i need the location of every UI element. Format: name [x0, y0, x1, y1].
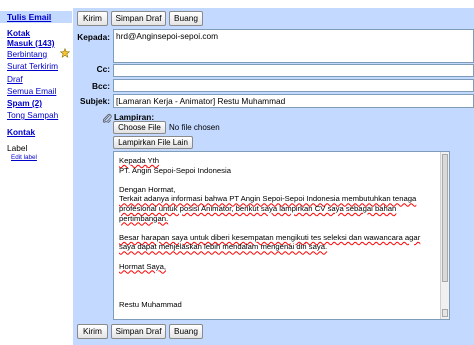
no-file-text: No file chosen: [169, 123, 220, 132]
sidebar-item-inbox-count[interactable]: Masuk (143): [7, 38, 55, 48]
subject-label: Subjek:: [80, 96, 110, 106]
compose-panel: Kirim Simpan Draf Buang Kepada: Cc: Bcc:…: [73, 8, 474, 345]
body-line: PT. Angin Sepoi-Sepoi Indonesia: [119, 165, 231, 175]
sidebar-item-trash[interactable]: Tong Sampah: [7, 110, 58, 120]
discard-button-bottom[interactable]: Buang: [169, 324, 203, 339]
sidebar: Tulis Email Kotak Masuk (143) Berbintang…: [0, 0, 72, 345]
edit-labels-link[interactable]: Edit label: [11, 154, 37, 161]
scrollbar-thumb[interactable]: [442, 154, 448, 282]
body-line: Dengan Hormat,: [119, 184, 176, 194]
save-draft-button[interactable]: Simpan Draf: [111, 11, 166, 26]
save-draft-button-bottom[interactable]: Simpan Draf: [111, 324, 166, 339]
choose-file-button[interactable]: Choose File: [113, 121, 166, 134]
sidebar-item-contacts[interactable]: Kontak: [7, 127, 35, 137]
field-labels: Kepada: Cc: Bcc: Subjek:: [73, 8, 110, 118]
body-line: pertimbangan.: [119, 213, 169, 223]
to-value: hrd@Anginsepoi-sepoi.com: [116, 31, 219, 41]
body-line: Restu Muhammad: [119, 299, 182, 309]
compose-link[interactable]: Tulis Email: [0, 11, 72, 23]
paperclip-icon: [102, 114, 112, 123]
body-line: saya dapat menjelaskan lebih mendalam me…: [119, 242, 328, 252]
subject-value: [Lamaran Kerja - Animator] Restu Muhamma…: [116, 96, 286, 106]
body-line: profesional untuk posisi Animator, berik…: [119, 203, 397, 213]
sidebar-item-starred[interactable]: Berbintang: [7, 49, 47, 59]
attach-another-button[interactable]: Lampirkan File Lain: [113, 136, 193, 149]
to-label: Kepada:: [77, 32, 110, 42]
sidebar-item-drafts[interactable]: Draf: [7, 74, 23, 84]
sidebar-item-inbox[interactable]: Kotak: [7, 28, 30, 38]
body-scrollbar[interactable]: [440, 152, 449, 319]
body-line: Terkait adanya informasi bahwa PT Angin …: [119, 194, 417, 204]
to-field[interactable]: hrd@Anginsepoi-sepoi.com: [113, 29, 474, 63]
bcc-label: Bcc:: [92, 81, 110, 91]
body-line: Kepada Yth: [119, 156, 160, 165]
scroll-down-arrow[interactable]: [442, 309, 448, 317]
body-line: Besar harapan saya untuk diberi kesempat…: [119, 232, 421, 242]
sidebar-item-sent[interactable]: Surat Terkirim: [7, 61, 58, 71]
compose-label[interactable]: Tulis Email: [7, 12, 51, 22]
labels-heading: Label: [7, 143, 28, 153]
star-icon: [60, 48, 70, 58]
bcc-field[interactable]: [113, 79, 474, 92]
message-body-editor[interactable]: Kepada Yth PT. Angin Sepoi-Sepoi Indones…: [113, 151, 450, 320]
cc-field[interactable]: [113, 64, 474, 77]
subject-field[interactable]: [Lamaran Kerja - Animator] Restu Muhamma…: [113, 94, 474, 108]
cc-label: Cc:: [96, 64, 110, 74]
sidebar-item-spam[interactable]: Spam (2): [7, 98, 42, 108]
body-line: Hormat Saya,: [119, 261, 166, 271]
message-body: Kepada Yth PT. Angin Sepoi-Sepoi Indones…: [119, 156, 437, 310]
send-button-bottom[interactable]: Kirim: [77, 324, 108, 339]
discard-button[interactable]: Buang: [169, 11, 203, 26]
sidebar-item-all-mail[interactable]: Semua Email: [7, 86, 56, 96]
